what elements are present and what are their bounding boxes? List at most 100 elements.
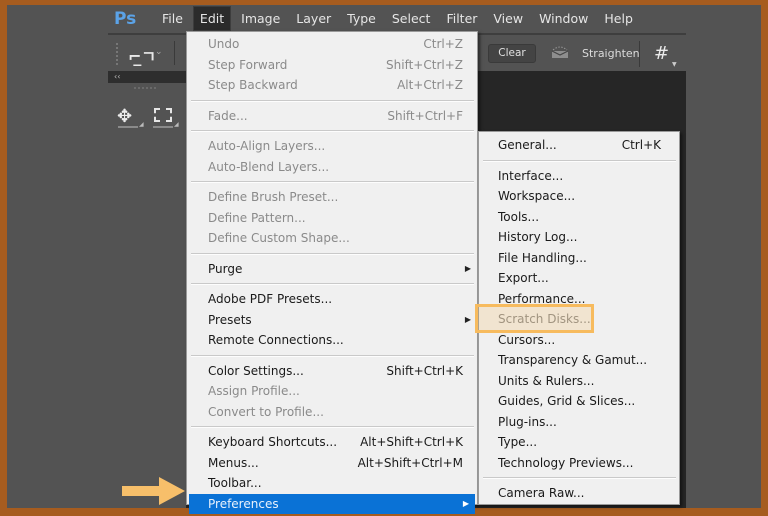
pointer-arrow-icon xyxy=(122,477,185,505)
tool-group-corner-icon: ◢ xyxy=(139,121,144,128)
tools-panel-grip[interactable] xyxy=(134,87,156,90)
menu-item-label: Define Brush Preset... xyxy=(208,190,339,205)
divider xyxy=(174,41,175,65)
menu-item-label: Camera Raw... xyxy=(498,486,585,501)
tool-underline xyxy=(118,126,138,128)
pref-item-tools[interactable]: Tools... xyxy=(479,207,679,228)
edit-menu-dropdown: Undo Ctrl+Z Step Forward Shift+Ctrl+Z Step B… xyxy=(186,31,478,514)
divider xyxy=(639,41,640,67)
menu-item-purge[interactable]: Purge ▶ xyxy=(187,259,477,280)
pref-item-technology-previews[interactable]: Technology Previews... xyxy=(479,453,679,474)
menu-item-shortcut: Shift+Ctrl+Z xyxy=(386,57,463,72)
menu-item-step-forward[interactable]: Step Forward Shift+Ctrl+Z xyxy=(187,55,477,76)
menu-item-label: Workspace... xyxy=(498,189,576,204)
menu-item-label: Purge xyxy=(208,261,243,276)
menu-item-menus[interactable]: Menus... Alt+Shift+Ctrl+M xyxy=(187,453,477,474)
menu-image[interactable]: Image xyxy=(235,7,286,30)
pref-item-camera-raw[interactable]: Camera Raw... xyxy=(479,483,679,504)
photoshop-logo: Ps xyxy=(114,8,137,29)
menu-separator xyxy=(191,181,474,183)
menu-item-keyboard-shortcuts[interactable]: Keyboard Shortcuts... Alt+Shift+Ctrl+K xyxy=(187,432,477,453)
menu-item-label: Adobe PDF Presets... xyxy=(208,292,333,307)
menu-separator xyxy=(483,159,676,162)
menu-item-define-custom-shape[interactable]: Define Custom Shape... xyxy=(187,228,477,249)
menu-item-label: File Handling... xyxy=(498,250,587,265)
pref-item-history-log[interactable]: History Log... xyxy=(479,227,679,248)
menu-item-step-backward[interactable]: Step Backward Alt+Ctrl+Z xyxy=(187,75,477,96)
menu-item-label: Plug-ins... xyxy=(498,414,557,429)
menu-item-color-settings[interactable]: Color Settings... Shift+Ctrl+K xyxy=(187,361,477,382)
menu-item-presets[interactable]: Presets ▶ xyxy=(187,310,477,331)
menu-item-remote-connections[interactable]: Remote Connections... xyxy=(187,330,477,351)
menu-item-preferences[interactable]: Preferences ▶ xyxy=(189,493,475,514)
pref-item-workspace[interactable]: Workspace... xyxy=(479,186,679,207)
menu-item-label: Cursors... xyxy=(498,332,556,347)
menu-window[interactable]: Window xyxy=(533,7,594,30)
menu-item-label: Step Backward xyxy=(208,78,298,93)
submenu-arrow-icon: ▶ xyxy=(464,264,471,274)
menu-item-label: Keyboard Shortcuts... xyxy=(208,435,338,450)
submenu-arrow-icon: ▶ xyxy=(464,315,471,325)
menu-select[interactable]: Select xyxy=(386,7,437,30)
menu-item-label: Assign Profile... xyxy=(208,384,300,399)
scratch-disks-highlight xyxy=(475,304,594,333)
menu-item-define-brush-preset[interactable]: Define Brush Preset... xyxy=(187,187,477,208)
menu-type[interactable]: Type xyxy=(341,7,382,30)
grid-overlay-icon[interactable]: # xyxy=(654,43,669,64)
menu-view[interactable]: View xyxy=(487,7,529,30)
tool-underline xyxy=(153,126,173,128)
menu-layer[interactable]: Layer xyxy=(290,7,337,30)
menu-item-fade[interactable]: Fade... Shift+Ctrl+F xyxy=(187,106,477,127)
pref-item-units-rulers[interactable]: Units & Rulers... xyxy=(479,371,679,392)
menu-filter[interactable]: Filter xyxy=(440,7,483,30)
tools-panel-header[interactable]: ‹‹ xyxy=(108,71,186,83)
chevron-down-icon[interactable]: ⌄ xyxy=(155,47,163,57)
straighten-level-icon[interactable] xyxy=(550,45,570,59)
menu-item-label: General... xyxy=(498,138,557,153)
menu-help[interactable]: Help xyxy=(598,7,639,30)
menu-item-auto-blend-layers[interactable]: Auto-Blend Layers... xyxy=(187,157,477,178)
menu-item-label: Auto-Blend Layers... xyxy=(208,159,330,174)
menu-item-convert-to-profile[interactable]: Convert to Profile... xyxy=(187,402,477,423)
menu-file[interactable]: File xyxy=(156,7,189,30)
menu-item-label: Step Forward xyxy=(208,57,288,72)
clear-button[interactable]: Clear xyxy=(488,44,536,63)
move-tool-icon[interactable]: ✥ xyxy=(117,106,132,127)
dropdown-triangle-icon[interactable]: ▼ xyxy=(672,61,677,68)
menubar: Ps File Edit Image Layer Type Select Fil… xyxy=(108,5,686,32)
pref-item-file-handling[interactable]: File Handling... xyxy=(479,248,679,269)
crop-icon[interactable]: ⌐̲ㄱ xyxy=(128,43,156,67)
rectangular-marquee-icon[interactable] xyxy=(154,108,172,122)
menu-item-assign-profile[interactable]: Assign Profile... xyxy=(187,381,477,402)
pref-item-guides-grid-slices[interactable]: Guides, Grid & Slices... xyxy=(479,391,679,412)
menu-item-shortcut: Alt+Shift+Ctrl+K xyxy=(360,435,463,450)
options-grip[interactable] xyxy=(116,43,118,65)
menu-item-label: Remote Connections... xyxy=(208,333,344,348)
pref-item-general[interactable]: General... Ctrl+K xyxy=(479,135,679,156)
menu-item-toolbar[interactable]: Toolbar... xyxy=(187,473,477,494)
menu-item-label: Define Custom Shape... xyxy=(208,231,350,246)
submenu-arrow-icon: ▶ xyxy=(462,499,469,509)
menu-item-adobe-pdf-presets[interactable]: Adobe PDF Presets... xyxy=(187,289,477,310)
menu-item-label: Presets xyxy=(208,312,252,327)
menu-item-label: Tools... xyxy=(498,209,540,224)
pref-item-plug-ins[interactable]: Plug-ins... xyxy=(479,412,679,433)
menu-item-shortcut: Ctrl+K xyxy=(621,138,661,153)
menu-item-shortcut: Shift+Ctrl+F xyxy=(387,108,463,123)
menu-item-auto-align-layers[interactable]: Auto-Align Layers... xyxy=(187,136,477,157)
pref-item-interface[interactable]: Interface... xyxy=(479,166,679,187)
menu-item-label: Interface... xyxy=(498,168,564,183)
straighten-label[interactable]: Straighten xyxy=(582,47,640,60)
menu-item-label: History Log... xyxy=(498,230,578,245)
menu-item-shortcut: Alt+Shift+Ctrl+M xyxy=(357,455,463,470)
menu-item-define-pattern[interactable]: Define Pattern... xyxy=(187,208,477,229)
pref-item-type[interactable]: Type... xyxy=(479,432,679,453)
tool-group-corner-icon: ◢ xyxy=(174,121,179,128)
menu-separator xyxy=(191,283,474,285)
menu-item-undo[interactable]: Undo Ctrl+Z xyxy=(187,34,477,55)
pref-item-export[interactable]: Export... xyxy=(479,268,679,289)
pref-item-transparency-gamut[interactable]: Transparency & Gamut... xyxy=(479,350,679,371)
menu-edit[interactable]: Edit xyxy=(192,6,232,31)
menu-item-shortcut: Ctrl+Z xyxy=(423,37,463,52)
menu-item-label: Color Settings... xyxy=(208,363,304,378)
